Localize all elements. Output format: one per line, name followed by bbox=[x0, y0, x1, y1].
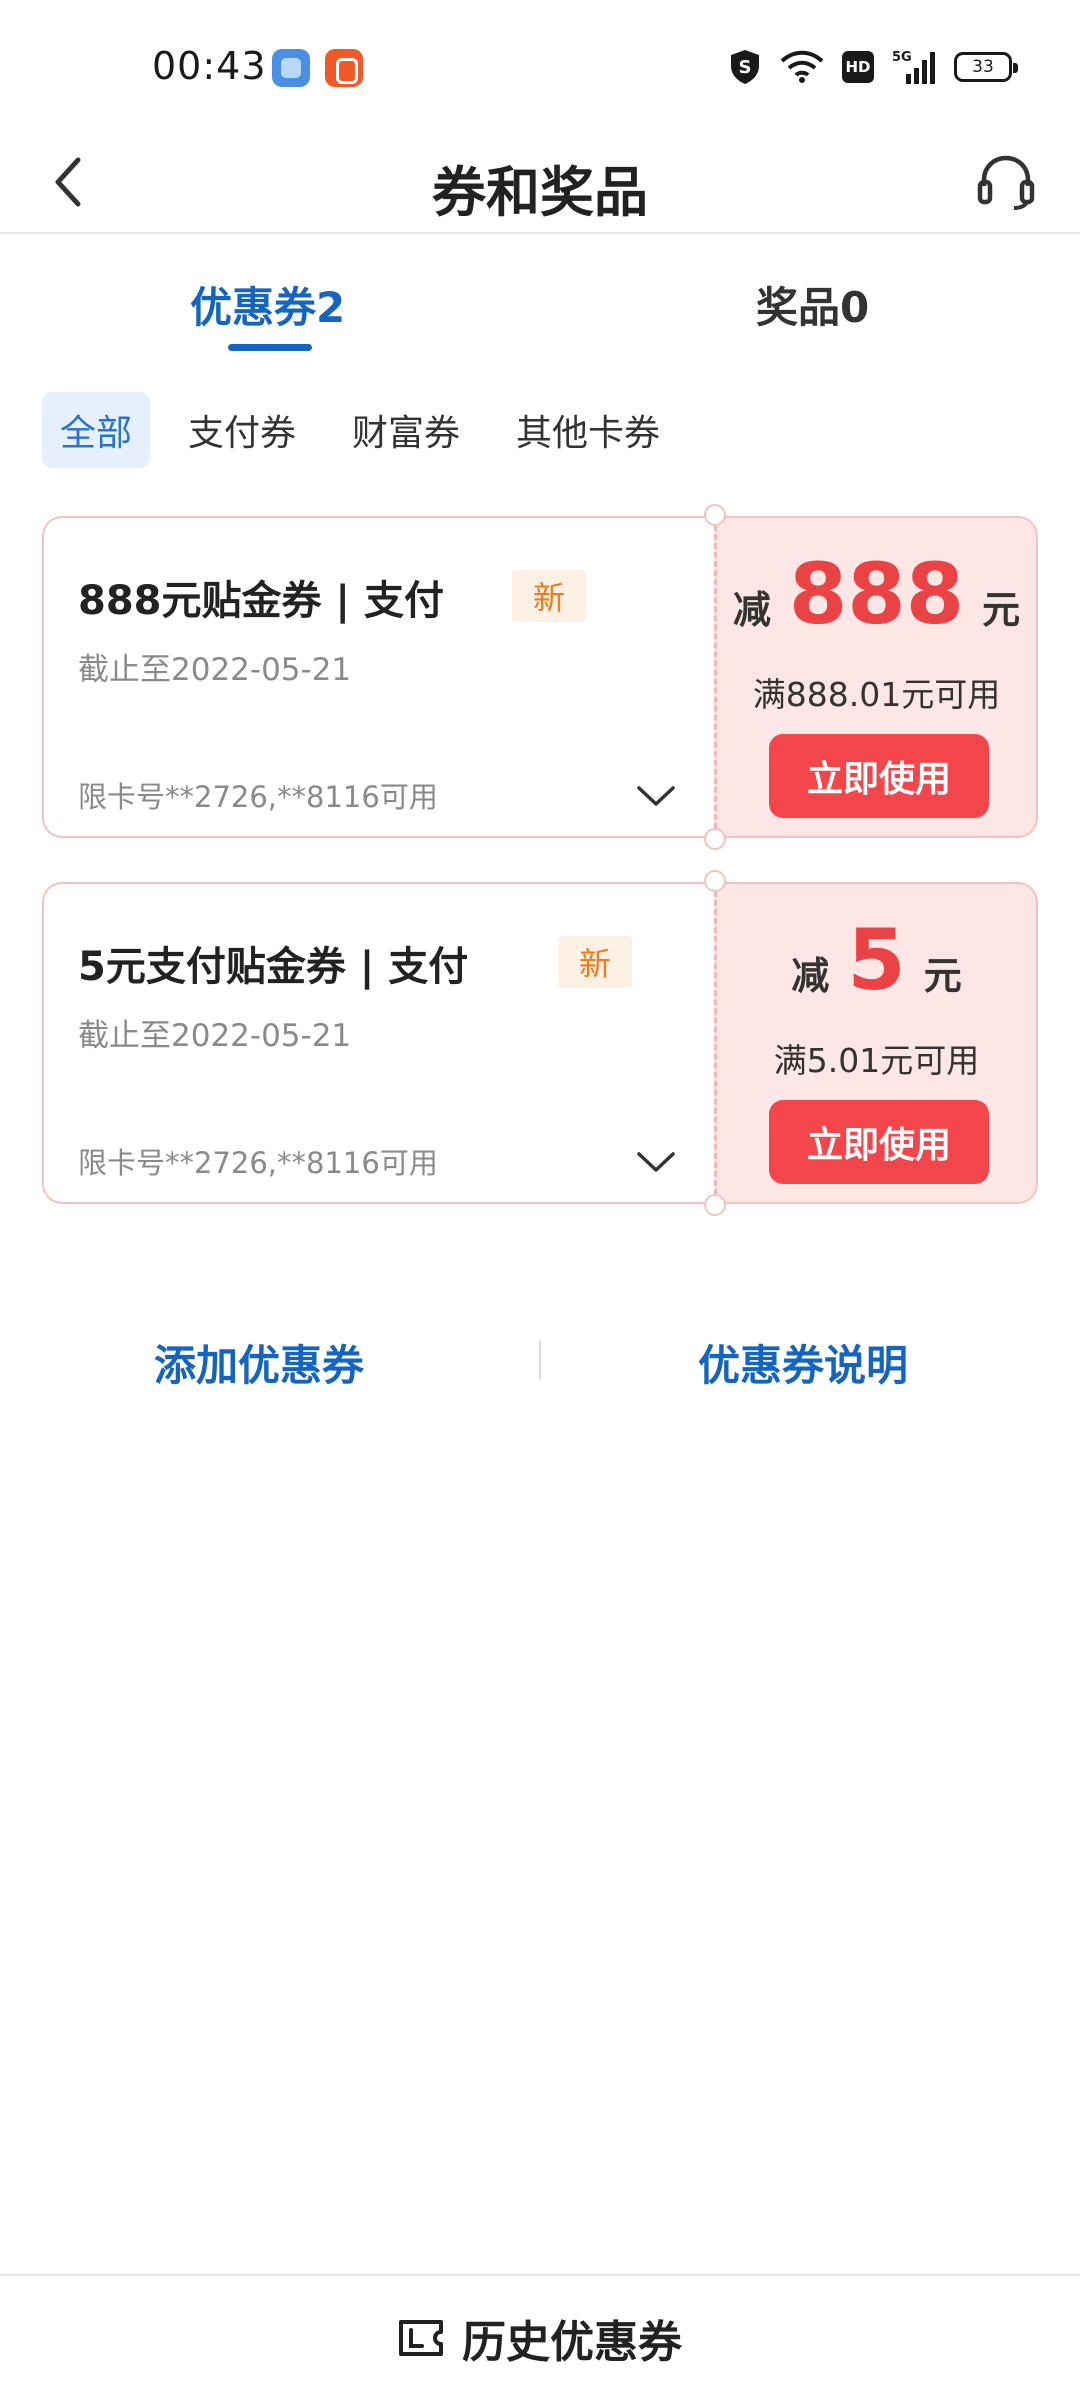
deduct-amount: 5 bbox=[847, 911, 906, 1009]
filter-payment[interactable]: 支付券 bbox=[170, 392, 314, 468]
nav-bar: 券和奖品 bbox=[0, 130, 1080, 234]
coupon-expiry: 截止至2022-05-21 bbox=[78, 652, 352, 688]
add-coupon-link[interactable]: 添加优惠券 bbox=[154, 1332, 364, 1393]
coupon-card-limit: 限卡号**2726,**8116可用 bbox=[78, 1146, 438, 1180]
deduct-amount: 888 bbox=[788, 545, 965, 643]
coupon-card-limit: 限卡号**2726,**8116可用 bbox=[78, 780, 438, 814]
coupon-threshold: 满5.01元可用 bbox=[773, 1041, 980, 1080]
tab-coupons[interactable]: 优惠券2 bbox=[190, 274, 345, 335]
headset-icon bbox=[977, 155, 1035, 210]
signal-icon: 5G bbox=[892, 50, 935, 84]
chevron-down-icon bbox=[637, 786, 675, 806]
coupon-card: 888元贴金券 | 支付 新 截止至2022-05-21 限卡号**2726,*… bbox=[42, 504, 1038, 850]
use-now-button[interactable]: 立即使用 bbox=[769, 734, 989, 818]
coupon-description-link[interactable]: 优惠券说明 bbox=[698, 1332, 908, 1393]
links-divider bbox=[539, 1340, 541, 1380]
deduct-unit: 元 bbox=[982, 588, 1021, 632]
history-coupons-label: 历史优惠券 bbox=[462, 2317, 682, 2368]
deduct-unit: 元 bbox=[923, 954, 962, 998]
battery-icon: 33 bbox=[954, 52, 1018, 82]
coupon-title: 5元支付贴金券 | 支付 bbox=[78, 944, 469, 990]
history-coupons-button[interactable]: 历史优惠券 bbox=[0, 2274, 1080, 2400]
deduct-label: 减 bbox=[732, 588, 771, 632]
status-icons: S HD 5G 33 bbox=[728, 46, 1018, 88]
filter-wealth[interactable]: 财富券 bbox=[334, 392, 478, 468]
page-title: 券和奖品 bbox=[432, 161, 648, 224]
coupon-info: 888元贴金券 | 支付 新 截止至2022-05-21 限卡号**2726,*… bbox=[42, 516, 714, 838]
expand-button[interactable] bbox=[632, 1142, 680, 1182]
social-app-notification-icon bbox=[325, 49, 363, 87]
tab-prizes[interactable]: 奖品0 bbox=[756, 274, 869, 335]
svg-text:S: S bbox=[739, 57, 752, 78]
coupon-title: 888元贴金券 | 支付 bbox=[78, 578, 444, 624]
coupon-threshold: 满888.01元可用 bbox=[752, 675, 1001, 714]
expand-button[interactable] bbox=[632, 776, 680, 816]
coupon-notch bbox=[704, 504, 726, 526]
wifi-icon bbox=[780, 50, 824, 83]
coupon-info: 5元支付贴金券 | 支付 新 截止至2022-05-21 限卡号**2726,*… bbox=[42, 882, 714, 1204]
coupon-value-panel: 减 888 元 满888.01元可用 立即使用 bbox=[714, 516, 1038, 838]
filter-other[interactable]: 其他卡券 bbox=[498, 392, 678, 468]
coupon-notch bbox=[704, 870, 726, 892]
filter-all[interactable]: 全部 bbox=[42, 392, 151, 468]
hd-icon: HD bbox=[842, 51, 874, 83]
coupon-notch bbox=[704, 1194, 726, 1216]
ticket-icon bbox=[399, 2320, 443, 2356]
main-tabs: 优惠券2 奖品0 bbox=[0, 236, 1080, 356]
new-badge: 新 bbox=[512, 570, 586, 622]
customer-service-button[interactable] bbox=[970, 146, 1042, 218]
deduct-row: 减 5 元 bbox=[717, 918, 1036, 1002]
app-notification-icon bbox=[272, 49, 310, 87]
coupon-notch bbox=[704, 828, 726, 850]
coupon-filter-bar: 全部 支付券 财富券 其他卡券 bbox=[42, 392, 678, 468]
svg-text:5G: 5G bbox=[892, 50, 912, 65]
coupon-links: 添加优惠券 优惠券说明 bbox=[0, 1322, 1080, 1402]
status-bar: 00:43 S HD 5G 33 bbox=[0, 0, 1080, 130]
status-time: 00:43 bbox=[152, 44, 267, 88]
chevron-down-icon bbox=[637, 1152, 675, 1172]
coupon-card: 5元支付贴金券 | 支付 新 截止至2022-05-21 限卡号**2726,*… bbox=[42, 870, 1038, 1216]
use-now-button[interactable]: 立即使用 bbox=[769, 1100, 989, 1184]
deduct-label: 减 bbox=[791, 954, 830, 998]
coupon-value-panel: 减 5 元 满5.01元可用 立即使用 bbox=[714, 882, 1038, 1204]
deduct-row: 减 888 元 bbox=[717, 552, 1036, 636]
shield-icon: S bbox=[731, 50, 759, 84]
new-badge: 新 bbox=[558, 936, 632, 988]
active-tab-indicator bbox=[228, 344, 312, 351]
coupon-expiry: 截止至2022-05-21 bbox=[78, 1018, 352, 1054]
